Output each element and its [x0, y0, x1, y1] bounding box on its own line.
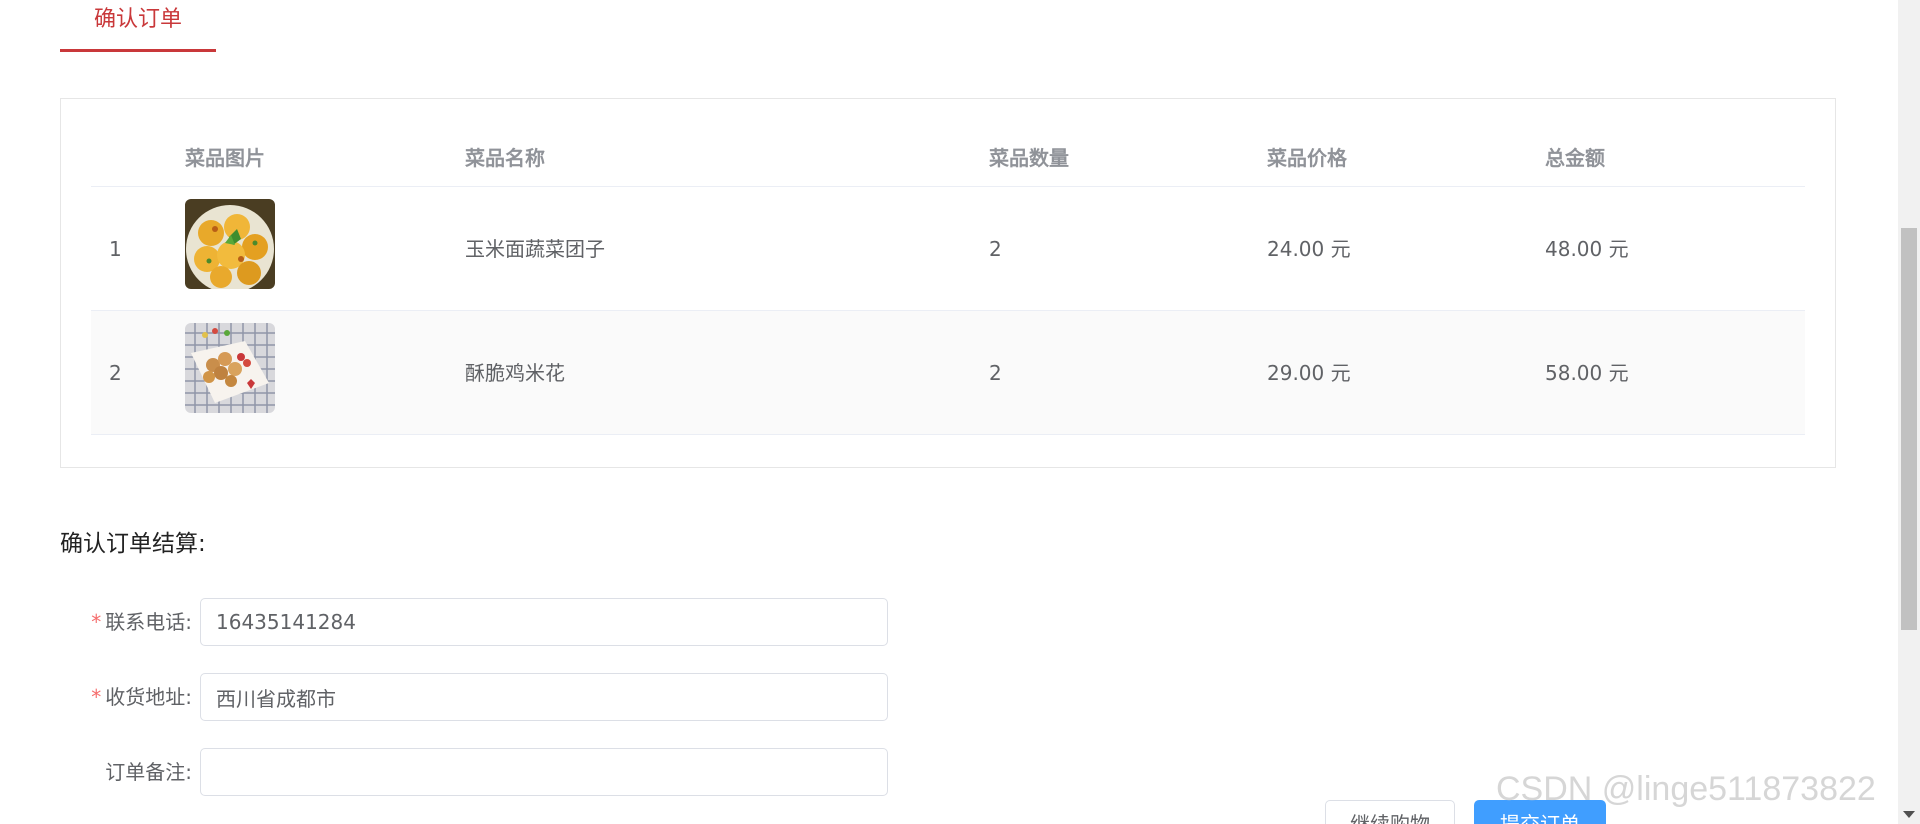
column-header-name: 菜品名称	[465, 146, 545, 170]
table-row: 2 酥脆鸡米花 2 29.00 元 58.00 元	[91, 311, 1805, 435]
watermark: CSDN @linge511873822	[1496, 770, 1876, 808]
dish-name: 玉米面蔬菜团子	[465, 237, 605, 261]
required-mark: *	[91, 610, 102, 634]
dish-total: 58.00 元	[1545, 361, 1629, 385]
column-header-total: 总金额	[1545, 146, 1605, 170]
dish-total: 48.00 元	[1545, 237, 1629, 261]
tab-confirm-order[interactable]: 确认订单	[60, 0, 216, 52]
remark-input[interactable]	[200, 748, 888, 796]
dish-price: 29.00 元	[1267, 361, 1351, 385]
column-header-quantity: 菜品数量	[989, 146, 1069, 170]
phone-form-row: * 联系电话:	[60, 598, 890, 646]
dish-image-crispy-popcorn-chicken	[185, 323, 275, 413]
row-index: 2	[109, 361, 122, 385]
scroll-down-arrow-icon[interactable]	[1903, 811, 1915, 818]
vertical-scrollbar[interactable]	[1898, 0, 1920, 824]
settlement-title: 确认订单结算:	[60, 531, 206, 557]
order-items-card: 菜品图片 菜品名称 菜品数量 菜品价格 总金额 1 玉米面蔬菜团子 2 24.0…	[60, 98, 1836, 468]
address-label-text: 收货地址:	[105, 685, 192, 709]
confirm-order-page: 确认订单 菜品图片 菜品名称 菜品数量 菜品价格 总金额 1 玉米面蔬菜团子 2…	[0, 0, 1898, 824]
continue-shopping-button[interactable]: 继续购物	[1325, 800, 1455, 824]
table-row: 1 玉米面蔬菜团子 2 24.00 元 48.00 元	[91, 187, 1805, 311]
address-label: * 收货地址:	[60, 673, 192, 721]
phone-input[interactable]	[200, 598, 888, 646]
dish-quantity: 2	[989, 237, 1002, 261]
column-header-price: 菜品价格	[1267, 146, 1347, 170]
required-mark: *	[91, 685, 102, 709]
dish-image-corn-dumplings	[185, 199, 275, 289]
phone-label-text: 联系电话:	[105, 610, 192, 634]
dish-price: 24.00 元	[1267, 237, 1351, 261]
address-form-row: * 收货地址:	[60, 673, 890, 721]
row-index: 1	[109, 237, 122, 261]
table-header: 菜品图片 菜品名称 菜品数量 菜品价格 总金额	[91, 129, 1805, 187]
phone-label: * 联系电话:	[60, 598, 192, 646]
remark-label: 订单备注:	[105, 760, 192, 784]
remark-form-row: 订单备注:	[60, 748, 890, 796]
dish-name: 酥脆鸡米花	[465, 361, 565, 385]
address-input[interactable]	[200, 673, 888, 721]
dish-quantity: 2	[989, 361, 1002, 385]
scrollbar-thumb[interactable]	[1901, 228, 1917, 630]
order-items-table: 菜品图片 菜品名称 菜品数量 菜品价格 总金额 1 玉米面蔬菜团子 2 24.0…	[91, 129, 1805, 435]
column-header-image: 菜品图片	[185, 146, 265, 170]
